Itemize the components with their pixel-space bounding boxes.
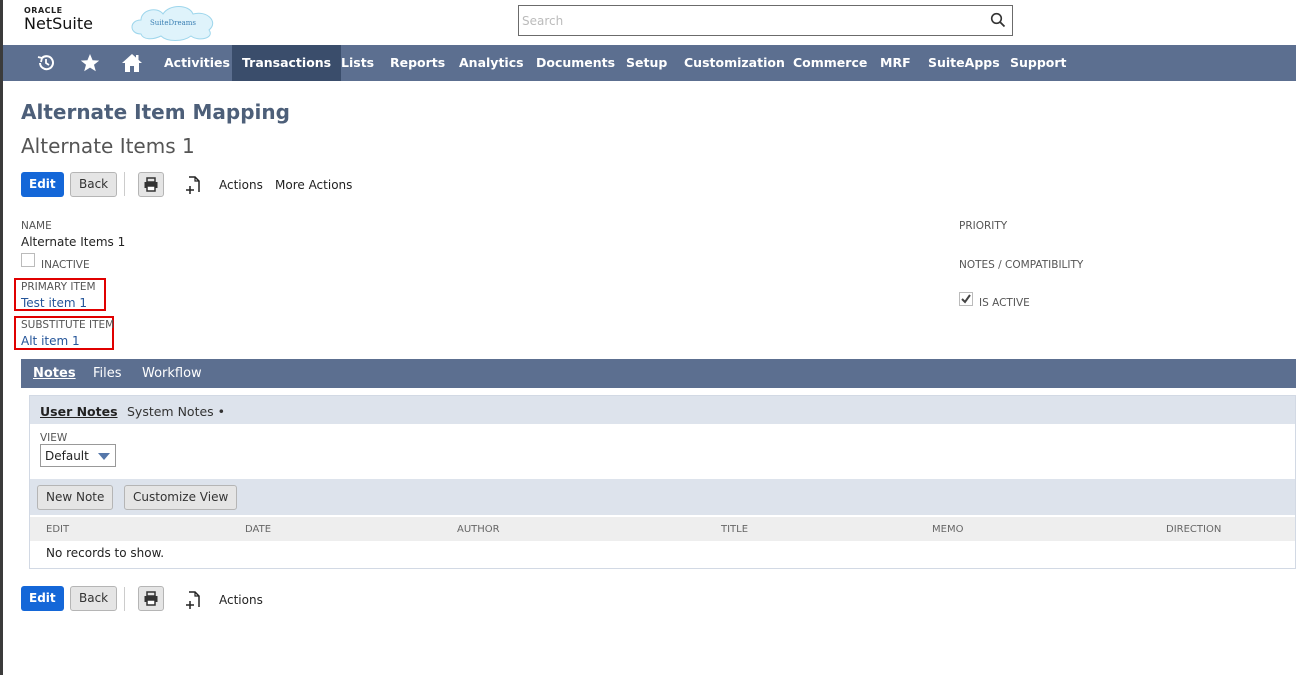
notes-compatibility-label: NOTES / COMPATIBILITY [959, 259, 1084, 271]
name-value: Alternate Items 1 [21, 235, 126, 249]
column-header-date[interactable]: DATE [245, 524, 271, 535]
column-header-author[interactable]: AUTHOR [457, 524, 500, 535]
star-icon[interactable] [79, 52, 101, 74]
new-record-icon[interactable] [184, 590, 202, 610]
record-name: Alternate Items 1 [21, 134, 195, 158]
back-button[interactable]: Back [70, 172, 118, 197]
new-note-button[interactable]: New Note [37, 485, 114, 510]
notes-table-header: EDIT DATE AUTHOR TITLE MEMO DIRECTION [30, 517, 1295, 541]
nav-item-documents[interactable]: Documents [526, 45, 625, 81]
substitute-item-label: SUBSTITUTE ITEM [21, 319, 115, 331]
new-record-icon[interactable] [184, 175, 202, 195]
tab-files[interactable]: Files [93, 366, 122, 381]
column-header-title[interactable]: TITLE [721, 524, 748, 535]
actions-menu[interactable]: Actions [219, 178, 263, 192]
notes-subtabs: User Notes System Notes • [30, 396, 1295, 424]
edit-button-bottom[interactable]: Edit [21, 586, 64, 611]
is-active-label: IS ACTIVE [979, 297, 1030, 309]
customize-view-button[interactable]: Customize View [124, 485, 238, 510]
toolbar-divider-bottom [124, 587, 125, 611]
actions-menu-bottom[interactable]: Actions [219, 593, 263, 607]
home-icon[interactable] [121, 52, 143, 74]
tab-workflow[interactable]: Workflow [142, 366, 202, 381]
window-left-edge [0, 0, 3, 675]
nav-item-mrf[interactable]: MRF [870, 45, 921, 81]
search-icon[interactable] [990, 12, 1006, 28]
nav-item-transactions[interactable]: Transactions [232, 45, 342, 81]
nav-item-lists[interactable]: Lists [331, 45, 384, 81]
subtab-user-notes[interactable]: User Notes [40, 404, 118, 419]
nav-item-customization[interactable]: Customization [674, 45, 795, 81]
svg-text:SuiteDreams: SuiteDreams [150, 19, 196, 27]
tab-notes[interactable]: Notes [33, 366, 76, 381]
main-navigation: Activities Transactions Lists Reports An… [3, 45, 1296, 81]
toolbar-divider [124, 172, 125, 196]
nav-item-analytics[interactable]: Analytics [449, 45, 534, 81]
inactive-checkbox [21, 253, 35, 267]
dropdown-caret-icon [98, 453, 110, 460]
print-icon [144, 591, 158, 606]
print-button-bottom[interactable] [138, 586, 164, 611]
priority-label: PRIORITY [959, 220, 1008, 232]
checkmark-icon [961, 294, 971, 304]
edit-button[interactable]: Edit [21, 172, 64, 197]
view-select[interactable]: Default [40, 444, 116, 467]
column-header-direction[interactable]: DIRECTION [1166, 524, 1221, 535]
name-label: NAME [21, 220, 52, 232]
back-button-bottom[interactable]: Back [70, 586, 118, 611]
nav-item-reports[interactable]: Reports [380, 45, 455, 81]
column-header-memo[interactable]: MEMO [932, 524, 963, 535]
page-title: Alternate Item Mapping [21, 100, 290, 124]
suitedreams-cloud-logo: SuiteDreams [131, 6, 214, 41]
global-search-input[interactable]: Search [518, 5, 1013, 36]
search-placeholder: Search [522, 14, 564, 28]
subtab-bar: Notes Files Workflow [21, 359, 1296, 388]
notes-toolbar: New Note Customize View [30, 479, 1295, 515]
inactive-label: INACTIVE [41, 259, 90, 271]
more-actions-menu[interactable]: More Actions [275, 178, 352, 192]
netsuite-logo[interactable]: ORACLE NetSuite [24, 6, 93, 33]
nav-item-activities[interactable]: Activities [154, 45, 240, 81]
global-header: ORACLE NetSuite SuiteDreams Search [3, 0, 1296, 44]
recent-records-icon[interactable] [35, 52, 57, 74]
is-active-checkbox [959, 292, 973, 306]
view-select-value: Default [45, 449, 89, 463]
primary-item-link[interactable]: Test item 1 [21, 296, 87, 310]
netsuite-wordmark: NetSuite [24, 14, 93, 33]
nav-item-support[interactable]: Support [1000, 45, 1077, 81]
subtab-system-notes[interactable]: System Notes • [127, 404, 225, 419]
primary-item-label: PRIMARY ITEM [21, 281, 96, 293]
nav-item-commerce[interactable]: Commerce [783, 45, 877, 81]
print-button[interactable] [138, 172, 164, 197]
nav-item-setup[interactable]: Setup [616, 45, 677, 81]
column-header-edit[interactable]: EDIT [46, 524, 69, 535]
notes-panel: User Notes System Notes • VIEW Default N… [29, 395, 1296, 569]
nav-item-suiteapps[interactable]: SuiteApps [918, 45, 1010, 81]
print-icon [144, 177, 158, 192]
empty-table-message: No records to show. [46, 546, 165, 560]
substitute-item-link[interactable]: Alt item 1 [21, 334, 80, 348]
view-label: VIEW [40, 432, 68, 444]
